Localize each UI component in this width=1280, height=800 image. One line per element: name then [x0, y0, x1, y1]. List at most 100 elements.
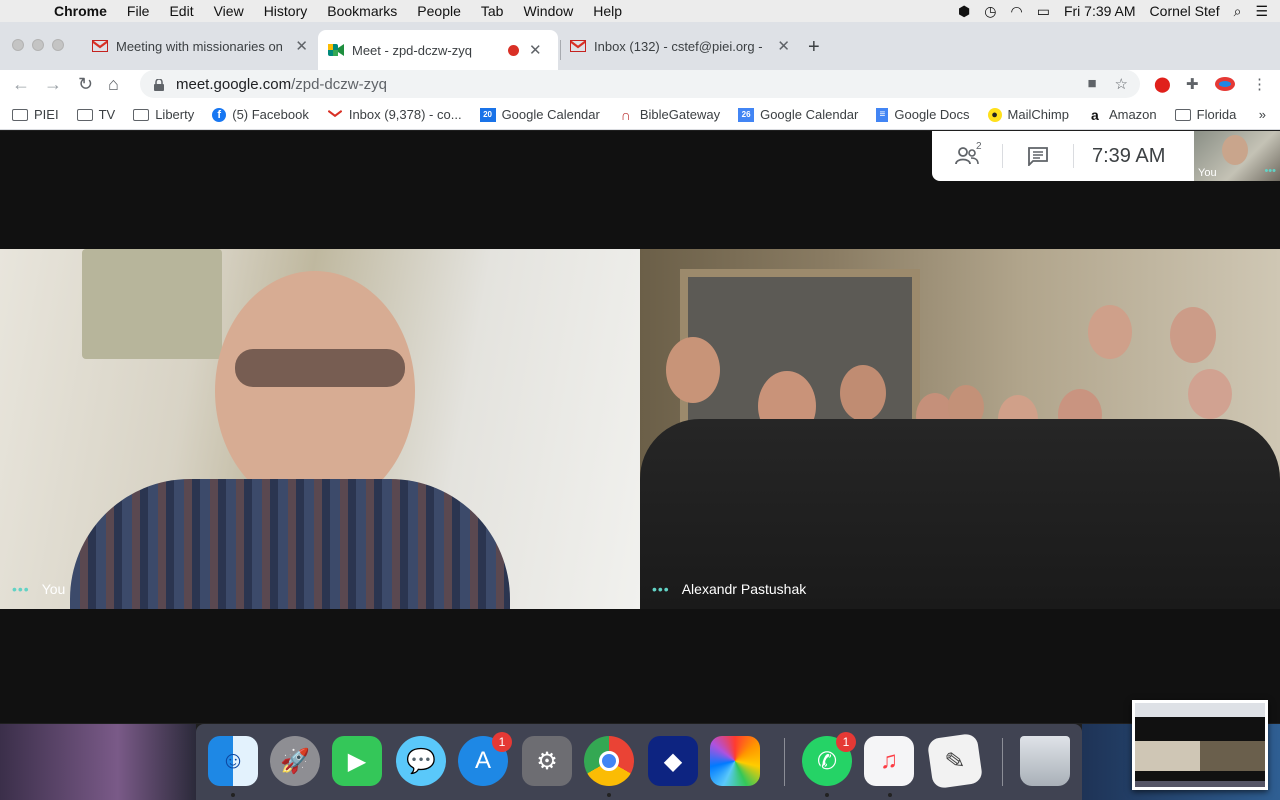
- tile-name-bar: ••• You: [12, 581, 65, 597]
- bookmark-liberty[interactable]: Liberty: [133, 107, 194, 122]
- person-face: [840, 365, 886, 421]
- meet-clock: 7:39 AM: [1092, 144, 1166, 167]
- chat-icon: [1028, 147, 1048, 166]
- bookmarks-bar: PIEI TV Liberty f (5) Facebook Inbox (9,3…: [0, 100, 1280, 130]
- folder-icon: [12, 108, 28, 122]
- music-icon[interactable]: ♫: [864, 736, 914, 786]
- messages-icon[interactable]: 💬: [396, 736, 446, 786]
- back-arrow-icon[interactable]: ←: [12, 74, 30, 95]
- url-host: meet.google.com: [176, 75, 292, 93]
- opera-extension-icon[interactable]: ⬤: [1154, 75, 1171, 93]
- bookmark-facebook[interactable]: f (5) Facebook: [212, 107, 309, 122]
- close-icon[interactable]: ✕: [529, 41, 542, 59]
- menu-people[interactable]: People: [407, 3, 471, 19]
- app-store-badge: 1: [492, 732, 512, 752]
- menu-clock[interactable]: Fri 7:39 AM: [1064, 3, 1136, 19]
- desktop-wallpaper: [0, 724, 196, 800]
- menu-user[interactable]: Cornel Stef: [1150, 3, 1220, 19]
- reload-icon[interactable]: ↻: [78, 74, 93, 95]
- facetime-icon[interactable]: ▶: [332, 736, 382, 786]
- bookmark-google-calendar[interactable]: 20 Google Calendar: [479, 107, 600, 122]
- tab-meet[interactable]: Meet - zpd-dczw-zyq ✕: [318, 30, 558, 70]
- video-tile-you[interactable]: ••• You: [0, 249, 640, 609]
- menu-app-name[interactable]: Chrome: [44, 3, 117, 19]
- bookmark-google-docs[interactable]: ≡ Google Docs: [876, 107, 970, 122]
- more-options-icon[interactable]: •••: [12, 581, 30, 597]
- photos-icon[interactable]: [710, 736, 760, 786]
- chrome-icon[interactable]: [584, 736, 634, 786]
- trash-icon[interactable]: [1020, 736, 1070, 786]
- screenshot-preview-thumbnail[interactable]: [1132, 700, 1268, 790]
- menu-window[interactable]: Window: [513, 3, 583, 19]
- notification-center-icon[interactable]: ☰: [1255, 3, 1268, 20]
- bookmark-gmail-inbox[interactable]: Inbox (9,378) - co...: [327, 107, 462, 122]
- gmail-icon: [570, 38, 586, 54]
- window-close-button[interactable]: [12, 39, 24, 51]
- profile-avatar-icon[interactable]: [1214, 75, 1236, 97]
- menu-edit[interactable]: Edit: [159, 3, 203, 19]
- bookmarks-overflow-icon[interactable]: »: [1259, 107, 1266, 122]
- spotlight-search-icon[interactable]: ⌕: [1234, 3, 1242, 20]
- battery-icon[interactable]: ▭: [1037, 3, 1050, 20]
- bookmark-biblegateway[interactable]: ∩ BibleGateway: [618, 107, 720, 123]
- camera-icon[interactable]: ■: [1087, 75, 1096, 93]
- participant-name: Alexandr Pastushak: [681, 581, 807, 597]
- time-machine-icon[interactable]: ◷: [984, 3, 996, 20]
- system-preferences-icon[interactable]: ⚙: [522, 736, 572, 786]
- textedit-icon[interactable]: ✎: [926, 732, 984, 790]
- video-tile-alexandr[interactable]: ••• Alexandr Pastushak: [640, 249, 1280, 609]
- menu-help[interactable]: Help: [583, 3, 632, 19]
- wifi-icon[interactable]: ◠: [1011, 3, 1023, 20]
- finder-icon[interactable]: ☺: [208, 736, 258, 786]
- meet-top-info-bar: 2 7:39 AM You •••: [932, 131, 1280, 181]
- person-face: [215, 271, 415, 511]
- tab-gmail-inbox[interactable]: Inbox (132) - cstef@piei.org - P ✕: [560, 30, 800, 62]
- bookmark-tv[interactable]: TV: [76, 107, 115, 122]
- app-store-icon[interactable]: A1: [458, 732, 512, 786]
- calendar-icon: 26: [738, 107, 755, 122]
- window-minimize-button[interactable]: [32, 39, 44, 51]
- participants-button[interactable]: 2: [932, 141, 1002, 165]
- home-icon[interactable]: ⌂: [108, 74, 119, 95]
- gmail-icon: [327, 108, 343, 122]
- bookmark-mailchimp[interactable]: ● MailChimp: [987, 107, 1069, 122]
- bookmark-florida[interactable]: Florida: [1174, 107, 1236, 122]
- menu-tab[interactable]: Tab: [471, 3, 514, 19]
- macos-menu-bar: Chrome File Edit View History Bookmarks …: [0, 0, 1280, 22]
- tab-gmail-meeting[interactable]: Meeting with missionaries on F ✕: [82, 30, 318, 62]
- person-face: [1088, 305, 1132, 359]
- amazon-icon: a: [1091, 106, 1099, 123]
- more-options-icon[interactable]: •••: [1264, 165, 1276, 177]
- participant-name: You: [41, 581, 66, 597]
- launchpad-icon[interactable]: 🚀: [270, 736, 320, 786]
- bookmark-star-icon[interactable]: ☆: [1115, 75, 1128, 93]
- menu-file[interactable]: File: [117, 3, 160, 19]
- running-indicator: [607, 793, 611, 797]
- macos-dock: ☺ 🚀 ▶ 💬 A1 ⚙ ◆ ✆ 1 ♫ ✎: [196, 724, 1082, 800]
- window-zoom-button[interactable]: [52, 39, 64, 51]
- menu-view[interactable]: View: [204, 3, 254, 19]
- extensions-puzzle-icon[interactable]: ✚: [1186, 75, 1199, 93]
- new-tab-button[interactable]: +: [808, 36, 820, 59]
- meet-stage: 2 7:39 AM You ••• ••• You ••• Alexandr P…: [0, 131, 1280, 723]
- person-shirt: [70, 479, 510, 609]
- chrome-menu-icon[interactable]: ⋮: [1252, 75, 1267, 93]
- dropbox-icon[interactable]: ◆: [648, 736, 698, 786]
- close-icon[interactable]: ✕: [777, 37, 790, 55]
- bookmark-google-calendar-2[interactable]: 26 Google Calendar: [738, 107, 858, 122]
- address-bar[interactable]: meet.google.com/zpd-dczw-zyq ■ ☆: [140, 70, 1140, 98]
- menu-bookmarks[interactable]: Bookmarks: [317, 3, 407, 19]
- menu-history[interactable]: History: [254, 3, 318, 19]
- whatsapp-icon[interactable]: ✆ 1: [802, 732, 856, 786]
- dropbox-status-icon[interactable]: ⬢: [958, 3, 970, 20]
- bookmark-amazon[interactable]: a Amazon: [1087, 106, 1157, 123]
- forward-arrow-icon[interactable]: →: [44, 74, 62, 95]
- self-view-thumbnail[interactable]: You •••: [1194, 131, 1280, 181]
- chat-button[interactable]: [1003, 146, 1073, 166]
- more-options-icon[interactable]: •••: [652, 581, 670, 597]
- bookmark-piei[interactable]: PIEI: [12, 107, 59, 122]
- whatsapp-badge: 1: [836, 732, 856, 752]
- tile-name-bar: ••• Alexandr Pastushak: [652, 581, 806, 597]
- person-face: [1170, 307, 1216, 363]
- close-icon[interactable]: ✕: [295, 37, 308, 55]
